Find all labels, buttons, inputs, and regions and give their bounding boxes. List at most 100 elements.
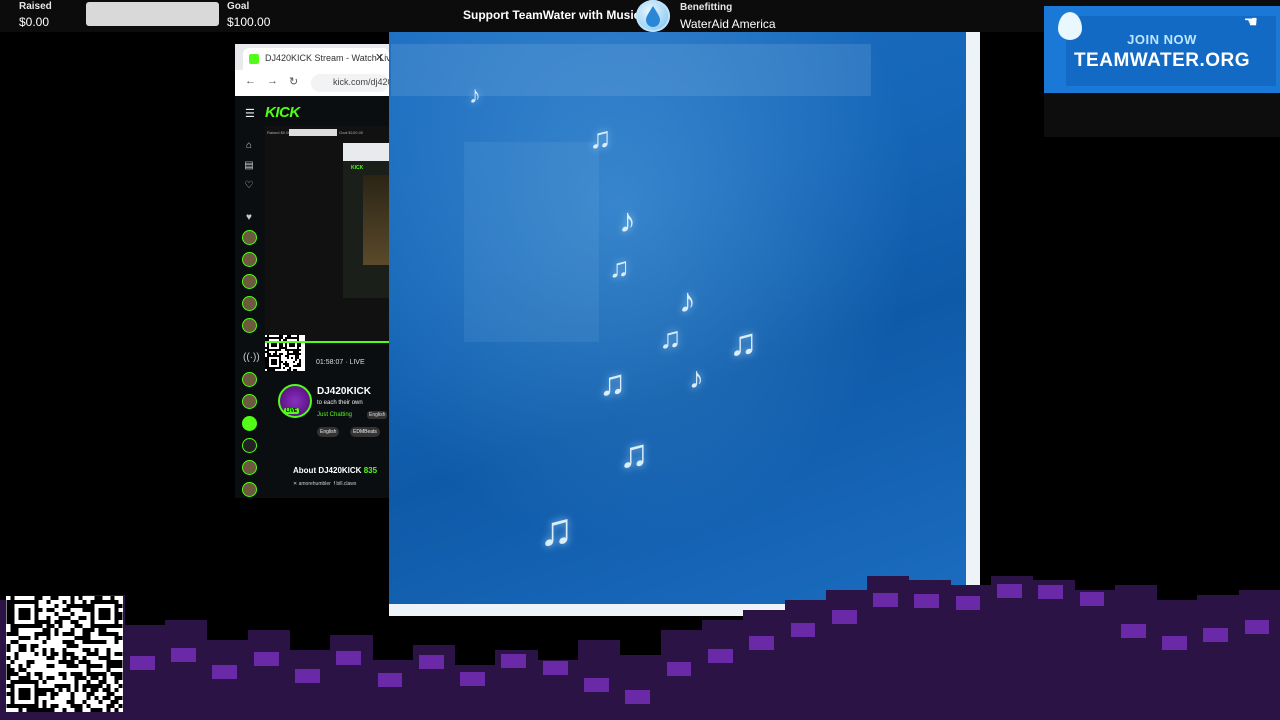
benefit-stat: Benefitting WaterAid America [680,2,776,31]
kick-sidebar: ⌂ ▤ ♡ ♥ ((·)) [235,126,263,498]
goal-value: $100.00 [227,15,271,29]
about-heading: About DJ420KICK 835 [293,466,377,475]
reload-icon[interactable]: ↻ [289,75,298,88]
stream-preview[interactable]: Raised $0.00 Goal $100.00 KICK [265,126,389,341]
x-icon: ✕ [293,481,298,487]
visualizer-peak [336,651,362,665]
visualizer-peak [707,649,733,663]
follower-count: 835 [363,466,378,475]
social-link[interactable]: bill.claws [336,481,356,487]
preview-fundraiser-bar: Raised $0.00 Goal $100.00 [265,128,389,138]
visualizer-peak [914,594,940,608]
visualizer-peak [749,636,774,650]
visualizer-bar [743,610,786,720]
followed-channel-avatar[interactable] [242,252,257,267]
visualizer-bar [784,600,827,720]
teamwater-banner[interactable]: ☚ JOIN NOW TEAMWATER.ORG [1044,6,1280,93]
live-signal-icon[interactable]: ((·)) [243,352,260,363]
music-note-icon: ♫ [539,503,574,555]
about-title: About DJ420KICK [293,466,362,475]
preview-nested-window: KICK [343,143,389,298]
visualizer-bar [206,640,249,720]
language-tag[interactable]: English [367,411,388,419]
preview-raised: Raised $0.00 [267,130,291,135]
palm-tree-silhouette [464,142,599,342]
ghost-browser-toolbar [391,44,871,96]
stream-progress-line [265,341,389,343]
visualizer-peak [996,584,1022,598]
recommended-channel-avatar[interactable] [242,372,257,387]
visualizer-peak [129,656,155,670]
browser-window: DJ420KICK Stream - Watch Live ✕ ← → ↻ ki… [235,44,389,498]
benefit-label: Benefitting [680,2,733,13]
music-note-icon: ♪ [619,202,636,240]
visualizer-bar [1073,590,1116,720]
visualizer-peak [790,623,816,637]
visualizer-bar [1197,595,1240,720]
visualizer-peak [1079,592,1105,606]
visualizer-peak [1120,624,1146,638]
social-link[interactable]: amorehumbler [299,481,331,487]
visualizer-peak [542,661,568,675]
followed-channel-avatar[interactable] [242,274,257,289]
visualizer-peak [377,673,403,687]
home-icon[interactable]: ⌂ [243,140,255,151]
visualizer-bar [289,650,332,720]
tag-chip[interactable]: EDMBeats [350,427,380,437]
visualizer-peak [460,672,485,686]
music-note-icon: ♫ [659,322,682,355]
visualizer-bar [371,660,414,720]
address-bar[interactable]: kick.com/dj420kick [311,74,389,92]
browser-tab[interactable]: DJ420KICK Stream - Watch Live ✕ [243,48,389,70]
goal-stat: Goal $100.00 [227,1,271,29]
followed-channel-avatar[interactable] [242,230,257,245]
visualizer-bar [330,635,373,720]
tab-title: DJ420KICK Stream - Watch Live [265,53,389,63]
visualizer-peak [418,655,444,669]
followed-channel-avatar[interactable] [242,296,257,311]
following-icon[interactable]: ♡ [243,180,255,191]
forward-icon[interactable]: → [267,75,278,87]
channel-name[interactable]: DJ420KICK [317,386,371,397]
tag-chip[interactable]: English [317,427,340,437]
stream-title: to each their own [317,400,363,406]
menu-icon[interactable]: ☰ [245,107,255,120]
address-text: kick.com/dj420kick [333,77,389,87]
visualizer-peak [873,593,898,607]
followed-channel-avatar[interactable] [242,318,257,333]
recommended-channel-avatar[interactable] [242,438,257,453]
recommended-channel-avatar[interactable] [242,460,257,475]
preview-goal: Goal $100.00 [339,130,364,135]
recommended-channel-avatar[interactable] [242,482,257,497]
kick-logo[interactable]: KICK [265,104,300,121]
kick-favicon-icon [249,54,259,64]
music-note-icon: ♫ [599,362,626,403]
social-links: ✕ amorehumbler f bill.claws [293,481,356,487]
close-tab-icon[interactable]: ✕ [375,51,384,64]
music-notes-artwork: ♪ ♫ ♪ ♫ ♪ ♫ ♫ ♪ ♫ ♫ ♫ [389,32,966,604]
recommended-channel-avatar[interactable] [242,416,257,431]
goal-label: Goal [227,1,250,12]
visualizer-peak [212,665,238,679]
visualizer-bar [619,655,662,720]
visualizer-peak [831,610,857,624]
recommended-channel-avatar[interactable] [242,394,257,409]
raised-label: Raised [19,1,52,12]
support-text: Support TeamWater with Music [463,8,641,22]
music-note-icon: ♪ [679,282,696,320]
stream-category[interactable]: Just Chatting [317,412,352,418]
visualizer-peak [1162,636,1187,650]
back-icon[interactable]: ← [245,75,256,87]
teamwater-url[interactable]: TEAMWATER.ORG [1044,50,1280,72]
favorites-icon[interactable]: ♥ [243,212,255,223]
preview-progress-bar [289,129,337,136]
preview-tab-strip [343,143,389,161]
visualizer-peak [253,652,279,666]
browse-icon[interactable]: ▤ [243,160,255,171]
tab-strip: DJ420KICK Stream - Watch Live ✕ [235,44,389,70]
visualizer-peak [1203,628,1229,642]
visualizer-peak [295,669,320,683]
overlay-panel [1044,93,1280,137]
channel-info: LIVE DJ420KICK to each their own Just Ch… [278,384,389,498]
benefit-value: WaterAid America [680,17,776,31]
